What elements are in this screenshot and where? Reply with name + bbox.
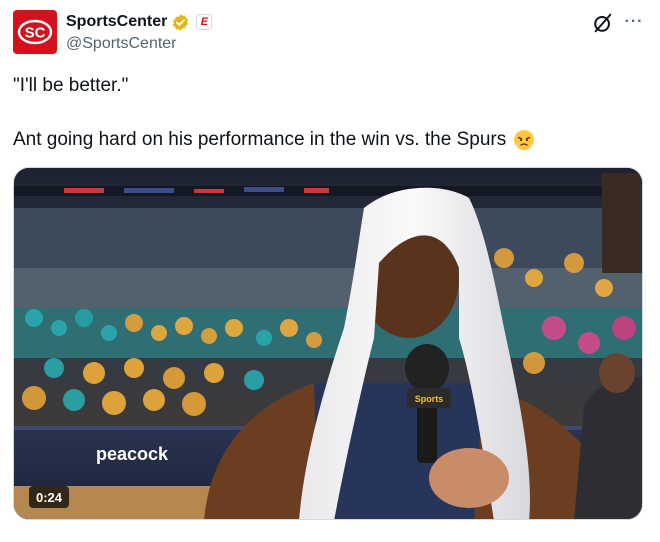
mic-flag-text: Sports (415, 394, 444, 404)
affiliate-badge[interactable]: E (196, 14, 213, 30)
avatar[interactable]: SC (13, 10, 57, 54)
post-text-line-2-text: Ant going hard on his performance in the… (13, 129, 507, 150)
affiliate-badge-label: E (200, 15, 209, 28)
handle[interactable]: @SportsCenter (66, 35, 177, 53)
name-row: SportsCenter E (66, 12, 213, 32)
display-name[interactable]: SportsCenter (66, 13, 167, 31)
video-player[interactable]: peacock Sports 0:24 (13, 167, 643, 520)
post-text-line-2: Ant going hard on his performance in the… (13, 128, 536, 152)
svg-text:SC: SC (25, 25, 46, 42)
video-frame: peacock Sports (14, 168, 642, 519)
sportscenter-logo-icon: SC (17, 19, 53, 45)
grok-icon[interactable] (592, 12, 614, 34)
face-with-steam-from-nose-icon (514, 130, 535, 150)
more-icon[interactable]: ··· (622, 10, 646, 34)
verified-badge-icon[interactable] (171, 13, 190, 32)
tweet: SC SportsCenter E @SportsCenter ··· "I'l… (0, 0, 660, 542)
court-sign-text: peacock (96, 444, 169, 464)
post-text-line-1: "I'll be better." (13, 75, 129, 96)
video-duration: 0:24 (29, 486, 70, 508)
